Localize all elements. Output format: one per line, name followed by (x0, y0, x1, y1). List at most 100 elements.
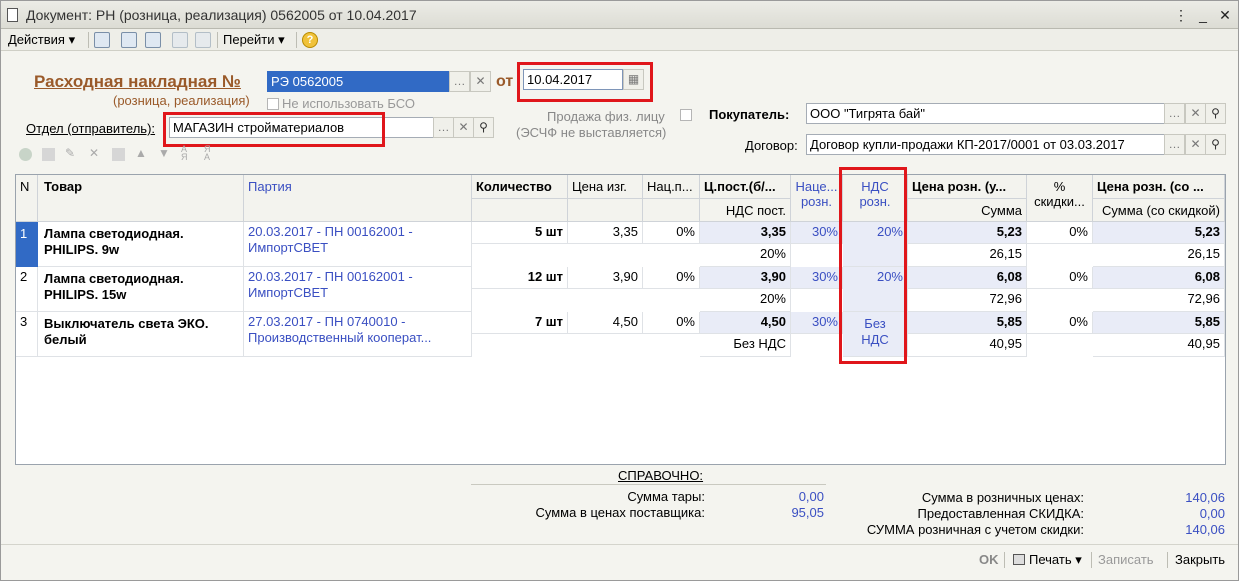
col-header-sum-disc[interactable]: Сумма (со скидкой) (1093, 199, 1225, 222)
help-icon[interactable]: ? (302, 32, 318, 48)
row-3-product[interactable]: Выключатель света ЭКО. белый (38, 312, 244, 357)
row-3-retail-price[interactable]: 5,85 (908, 312, 1027, 334)
refresh-icon[interactable] (121, 32, 137, 48)
col-header-qty[interactable]: Количество (472, 175, 568, 199)
col-header-batch[interactable]: Партия (244, 175, 472, 222)
row-2-vat-in[interactable]: 20% (700, 289, 791, 312)
select-button[interactable]: … (433, 117, 454, 138)
row-2-batch[interactable]: 20.03.2017 - ПН 00162001 - ИмпортСВЕТ (244, 267, 472, 312)
row-1-discount[interactable]: 0% (1027, 222, 1093, 244)
row-3-mfr[interactable]: 4,50 (568, 312, 643, 334)
sort-desc-icon[interactable]: ЯA (204, 145, 211, 162)
print-button[interactable]: Печать ▾ (1029, 552, 1082, 568)
close-window-button[interactable]: ✕ (1215, 5, 1235, 25)
row-2-discount[interactable]: 0% (1027, 267, 1093, 289)
col-header-mfr-price[interactable]: Цена изг. (568, 175, 643, 199)
ok-button[interactable]: OK (979, 552, 999, 567)
col-header-product[interactable]: Товар (38, 175, 244, 222)
edit-row-icon[interactable]: ✎ (65, 146, 75, 160)
row-1-qty[interactable]: 5 шт (472, 222, 568, 244)
row-2-mfr[interactable]: 3,90 (568, 267, 643, 289)
buyer-field[interactable]: ООО "Тигрята бай" (806, 103, 1166, 124)
search-icon[interactable]: ⚲ (1205, 134, 1226, 155)
row-3-n[interactable]: 3 (16, 312, 38, 357)
col-header-vat-in[interactable]: НДС пост. (700, 199, 791, 222)
row-1-retail-markup[interactable]: 30% (791, 222, 843, 244)
doc-number-field[interactable]: РЭ 0562005 (267, 71, 449, 92)
row-3-batch[interactable]: 27.03.2017 - ПН 0740010 - Производственн… (244, 312, 472, 357)
select-button[interactable]: … (1164, 134, 1185, 155)
clear-button[interactable]: ✕ (453, 117, 474, 138)
no-bso-checkbox[interactable] (267, 98, 279, 110)
row-3-vat-in[interactable]: Без НДС (700, 334, 791, 357)
row-1-n[interactable]: 1 (16, 222, 38, 267)
col-header-sum[interactable]: Сумма (908, 199, 1027, 222)
row-3-sum[interactable]: 40,95 (908, 334, 1027, 357)
sort-asc-icon[interactable]: AЯ (181, 145, 188, 162)
row-2-sum[interactable]: 72,96 (908, 289, 1027, 312)
row-1-vat-in[interactable]: 20% (700, 244, 791, 267)
row-2-retail-markup[interactable]: 30% (791, 267, 843, 289)
row-1-mfr[interactable]: 3,35 (568, 222, 643, 244)
select-button[interactable]: … (1164, 103, 1185, 124)
col-header-retail-price-disc[interactable]: Цена розн. (со ... (1093, 175, 1225, 199)
row-1-retail-price-disc[interactable]: 5,23 (1093, 222, 1225, 244)
contract-field[interactable]: Договор купли-продажи КП-2017/0001 от 03… (806, 134, 1166, 155)
save-row-icon[interactable] (112, 148, 125, 161)
row-3-sum-disc[interactable]: 40,95 (1093, 334, 1225, 357)
row-1-retail-price[interactable]: 5,23 (908, 222, 1027, 244)
row-2-retail-price-disc[interactable]: 6,08 (1093, 267, 1225, 289)
row-2-qty[interactable]: 12 шт (472, 267, 568, 289)
structure-icon[interactable] (172, 32, 188, 48)
move-down-icon[interactable]: ▼ (158, 146, 170, 160)
retail-person-checkbox[interactable] (680, 109, 692, 121)
row-1-batch[interactable]: 20.03.2017 - ПН 00162001 - ИмпортСВЕТ (244, 222, 472, 267)
col-header-supply-price[interactable]: Ц.пост.(б/... (700, 175, 791, 199)
doc-title[interactable]: Расходная накладная № (34, 72, 241, 92)
close-button[interactable]: Закрыть (1175, 552, 1225, 567)
row-3-qty[interactable]: 7 шт (472, 312, 568, 334)
col-header-discount[interactable]: % скидки... (1027, 175, 1093, 222)
row-3-retail-markup[interactable]: 30% (791, 312, 843, 334)
save-button[interactable]: Записать (1098, 552, 1154, 567)
col-header-n[interactable]: N (16, 175, 38, 222)
post-doc-icon[interactable] (94, 32, 110, 48)
select-button[interactable]: … (449, 71, 470, 92)
reload-icon[interactable] (145, 32, 161, 48)
row-1-supply[interactable]: 3,35 (700, 222, 791, 244)
row-3-markup[interactable]: 0% (643, 312, 700, 334)
row-2-n[interactable]: 2 (16, 267, 38, 312)
retail-person-label: Продажа физ. лицу (547, 109, 665, 124)
actions-menu[interactable]: Действия ▾ (8, 32, 75, 48)
row-2-supply[interactable]: 3,90 (700, 267, 791, 289)
col-header-retail-price[interactable]: Цена розн. (у... (908, 175, 1027, 199)
row-3-discount[interactable]: 0% (1027, 312, 1093, 334)
row-3-retail-price-disc[interactable]: 5,85 (1093, 312, 1225, 334)
col-header-retail-markup[interactable]: Наце... розн. (791, 175, 843, 222)
row-1-sum-disc[interactable]: 26,15 (1093, 244, 1225, 267)
row-1-sum[interactable]: 26,15 (908, 244, 1027, 267)
clear-button[interactable]: ✕ (1185, 134, 1206, 155)
movements-icon[interactable] (195, 32, 211, 48)
row-2-sum-disc[interactable]: 72,96 (1093, 289, 1225, 312)
row-2-retail-price[interactable]: 6,08 (908, 267, 1027, 289)
search-icon[interactable]: ⚲ (1205, 103, 1226, 124)
search-icon[interactable]: ⚲ (473, 117, 494, 138)
items-table[interactable]: N Товар Партия Количество Цена изг. Нац.… (15, 174, 1226, 465)
row-2-product[interactable]: Лампа светодиодная. PHILIPS. 15w (38, 267, 244, 312)
row-2-markup[interactable]: 0% (643, 267, 700, 289)
delete-row-icon[interactable]: ✕ (89, 146, 99, 160)
row-1-product[interactable]: Лампа светодиодная. PHILIPS. 9w (38, 222, 244, 267)
dept-label[interactable]: Отдел (отправитель): (26, 121, 155, 136)
add-row-icon[interactable] (19, 148, 32, 161)
row-1-markup[interactable]: 0% (643, 222, 700, 244)
clear-button[interactable]: ✕ (1185, 103, 1206, 124)
col-header-markup[interactable]: Нац.п... (643, 175, 700, 199)
row-3-supply[interactable]: 4,50 (700, 312, 791, 334)
menu-icon[interactable]: ⋮ (1171, 5, 1191, 25)
minimize-button[interactable]: _ (1193, 5, 1213, 25)
goto-menu[interactable]: Перейти ▾ (223, 32, 285, 48)
copy-row-icon[interactable] (42, 148, 55, 161)
clear-button[interactable]: ✕ (470, 71, 491, 92)
move-up-icon[interactable]: ▲ (135, 146, 147, 160)
